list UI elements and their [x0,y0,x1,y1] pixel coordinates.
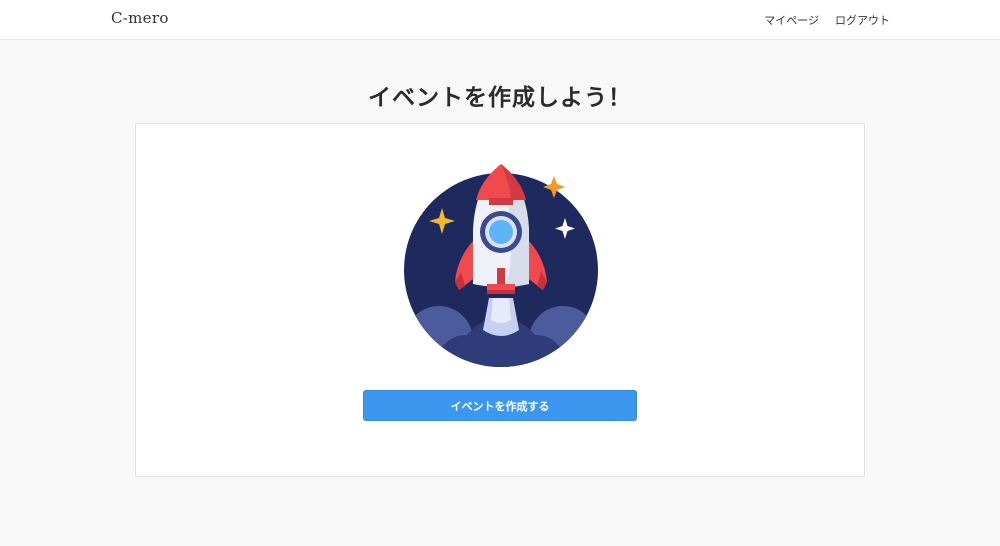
top-navbar: C-mero マイページ ログアウト [0,0,1000,40]
nav-links: マイページ ログアウト [764,12,890,28]
create-event-card: イベントを作成する [135,123,865,477]
create-event-button[interactable]: イベントを作成する [363,390,637,421]
page-title: イベントを作成しよう！ [368,85,632,111]
rocket-launch-icon [404,164,598,367]
nav-link-logout[interactable]: ログアウト [835,12,890,28]
nav-link-mypage[interactable]: マイページ [764,12,819,28]
brand-logo[interactable]: C-mero [111,9,169,27]
